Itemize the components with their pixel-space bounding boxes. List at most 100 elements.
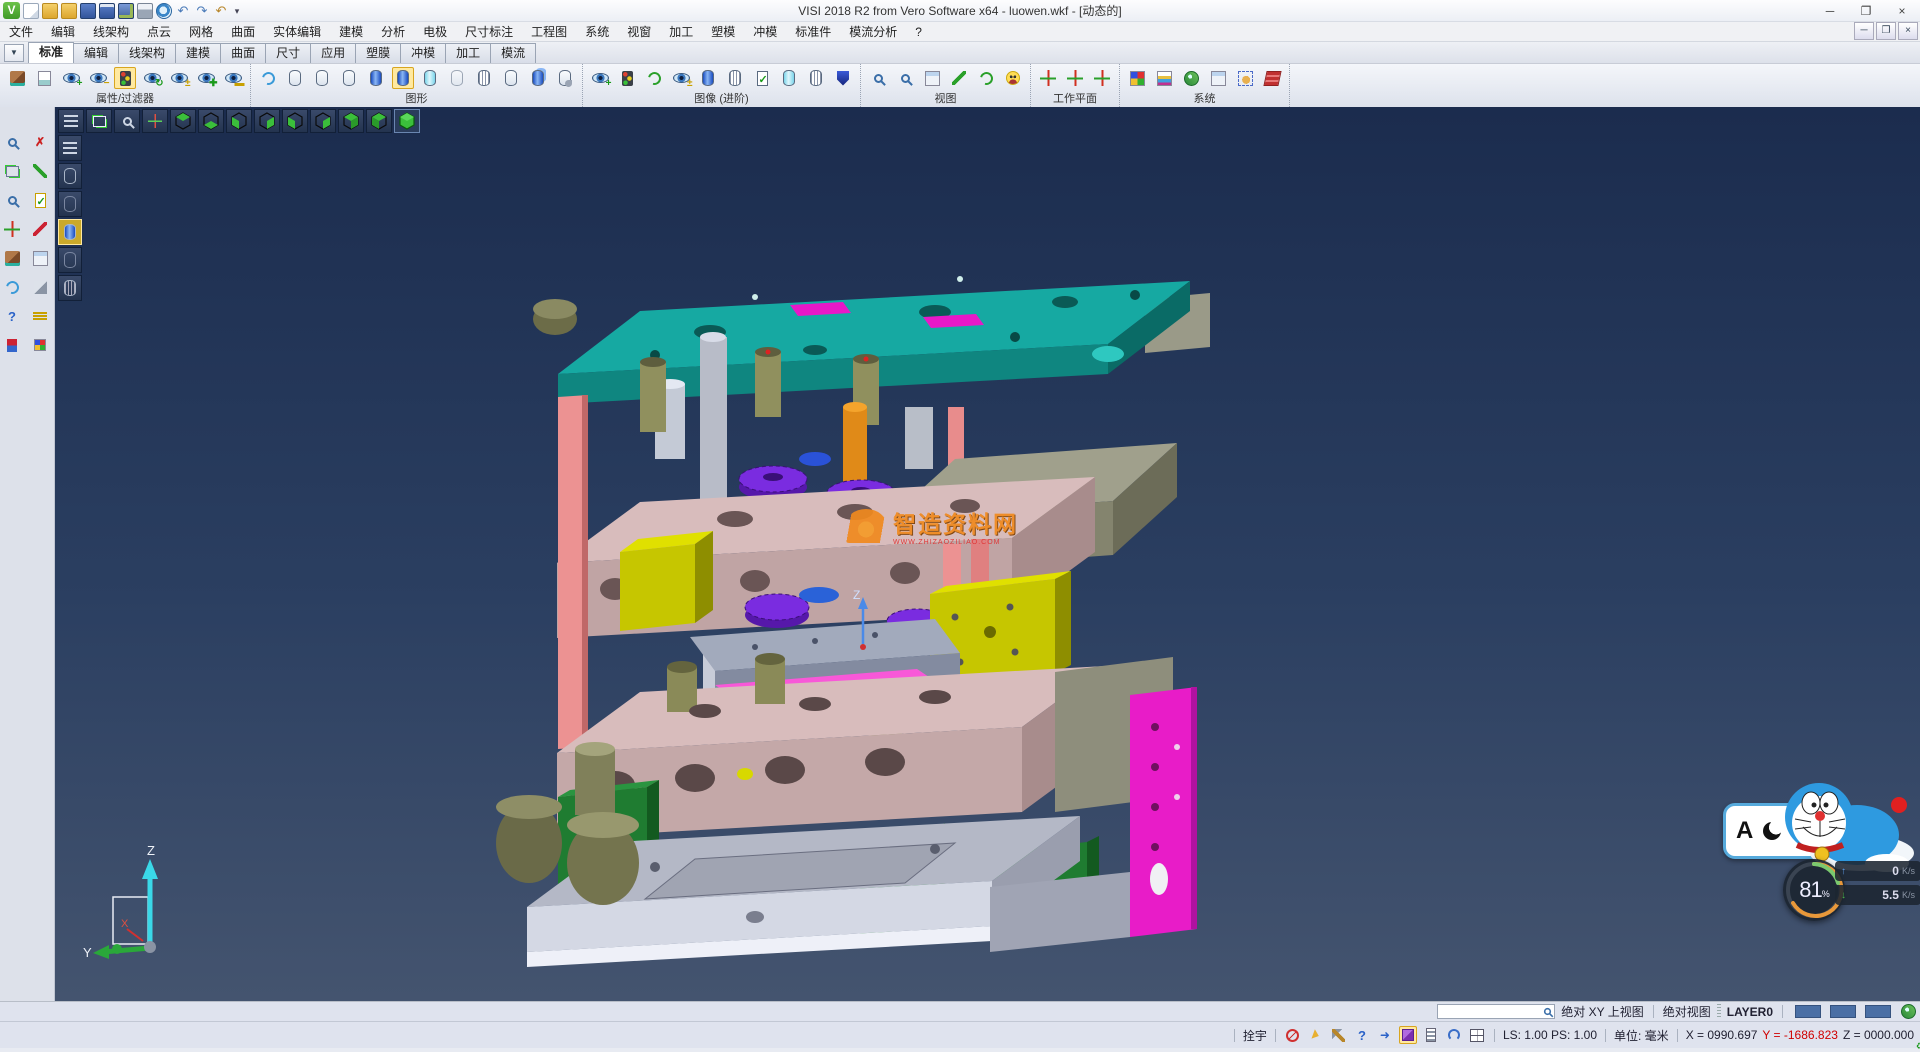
tab-mold[interactable]: 塑膜: [355, 43, 401, 63]
visibility-search-icon[interactable]: [1, 131, 23, 153]
new-file-icon[interactable]: [23, 3, 39, 19]
close-button[interactable]: ×: [1884, 0, 1920, 21]
layer-column-icon[interactable]: [1422, 1026, 1440, 1044]
refresh-visibility-icon[interactable]: ↻: [141, 67, 163, 89]
menu-pointcloud[interactable]: 点云: [138, 22, 180, 42]
menu-standard-parts[interactable]: 标准件: [786, 22, 840, 42]
window-split-icon[interactable]: [1468, 1026, 1486, 1044]
shaded-cylinder-icon[interactable]: [392, 67, 414, 89]
wireframe-cylinder-icon[interactable]: [284, 67, 306, 89]
smiley-render-icon[interactable]: [1002, 67, 1024, 89]
hidden-line-cylinder-icon[interactable]: [311, 67, 333, 89]
menu-flow-analysis[interactable]: 模流分析: [840, 22, 906, 42]
zoom-plusminus-icon[interactable]: [1, 189, 23, 211]
tab-dropdown-icon[interactable]: ▼: [4, 44, 24, 62]
save-as-icon[interactable]: [99, 3, 115, 19]
blue-column-icon[interactable]: [697, 67, 719, 89]
workplane-view-icon[interactable]: [1091, 67, 1113, 89]
cube-right-view-icon[interactable]: [254, 109, 280, 133]
attributes-page-icon[interactable]: [33, 67, 55, 89]
tab-flow[interactable]: 模流: [490, 43, 536, 63]
maximize-button[interactable]: ❐: [1848, 0, 1884, 21]
build-hammer-icon[interactable]: [1330, 1026, 1348, 1044]
tab-machining[interactable]: 加工: [445, 43, 491, 63]
measure-width-icon[interactable]: [29, 305, 51, 327]
spline-pen-icon[interactable]: [29, 160, 51, 182]
qat-dropdown-icon[interactable]: ▾: [232, 3, 242, 19]
traffic-light-advanced-icon[interactable]: [616, 67, 638, 89]
menu-system[interactable]: 系统: [576, 22, 618, 42]
copy-cylinder-icon[interactable]: [527, 67, 549, 89]
app-logo[interactable]: V: [3, 2, 20, 19]
redo-icon[interactable]: ↷: [194, 3, 210, 19]
undo-icon[interactable]: ↶: [175, 3, 191, 19]
show-advanced-icon[interactable]: +: [589, 67, 611, 89]
menu-file[interactable]: 文件: [0, 22, 42, 42]
context-help-icon[interactable]: ?: [1353, 1026, 1371, 1044]
cube-front-view-icon[interactable]: [282, 109, 308, 133]
zoom-all-icon[interactable]: [894, 67, 916, 89]
hide-entities-icon[interactable]: −: [87, 67, 109, 89]
wireframe-mode-icon[interactable]: [58, 163, 82, 189]
modify-attributes-icon[interactable]: [6, 67, 28, 89]
shaded-cube-icon[interactable]: [29, 276, 51, 298]
mdi-restore-button[interactable]: ❐: [1876, 22, 1896, 40]
palette-small-icon[interactable]: [29, 334, 51, 356]
attributes-books-icon[interactable]: [1, 247, 23, 269]
menu-help[interactable]: ?: [906, 22, 931, 42]
menu-wireframe[interactable]: 线架构: [84, 22, 138, 42]
save-icon[interactable]: [80, 3, 96, 19]
color-palette-icon[interactable]: [1126, 67, 1148, 89]
hatched-mode-icon[interactable]: [58, 275, 82, 301]
menu-die[interactable]: 冲模: [744, 22, 786, 42]
viewport-menu-icon[interactable]: [58, 109, 84, 133]
menu-analysis[interactable]: 分析: [372, 22, 414, 42]
print-preview-icon[interactable]: [156, 3, 172, 19]
tab-application[interactable]: 应用: [310, 43, 356, 63]
minimize-button[interactable]: ─: [1812, 0, 1848, 21]
menu-edit[interactable]: 编辑: [42, 22, 84, 42]
zoom-all-view-icon[interactable]: [114, 109, 140, 133]
cyan-column-icon[interactable]: [778, 67, 800, 89]
tab-surface[interactable]: 曲面: [220, 43, 266, 63]
window-tools-icon[interactable]: [1207, 67, 1229, 89]
auto-rotate-icon[interactable]: [1445, 1026, 1463, 1044]
tab-wireframe[interactable]: 线架构: [118, 43, 176, 63]
transparent-mode-icon[interactable]: [58, 247, 82, 273]
cube-iso2-view-icon[interactable]: [366, 109, 392, 133]
tab-edit[interactable]: 编辑: [73, 43, 119, 63]
zoom-window-icon[interactable]: [867, 67, 889, 89]
show-entities-icon[interactable]: +: [60, 67, 82, 89]
import-arrow-icon[interactable]: ➜: [1376, 1026, 1394, 1044]
tab-dimension[interactable]: 尺寸: [265, 43, 311, 63]
menu-dimension[interactable]: 尺寸标注: [456, 22, 522, 42]
solid-cylinder-icon[interactable]: [365, 67, 387, 89]
workplane-xyz-icon[interactable]: [1037, 67, 1059, 89]
absolute-view-label[interactable]: 绝对视图: [1663, 1003, 1711, 1020]
calculator-pad-icon[interactable]: [1261, 67, 1283, 89]
tab-modeling[interactable]: 建模: [175, 43, 221, 63]
system-settings-icon[interactable]: [1180, 67, 1202, 89]
measure-pen-icon[interactable]: [948, 67, 970, 89]
hide-all-icon[interactable]: ▬: [222, 67, 244, 89]
no-entry-icon[interactable]: [1284, 1026, 1302, 1044]
cube-shaded-view-icon[interactable]: [394, 109, 420, 133]
grid-frame-icon[interactable]: [921, 67, 943, 89]
color-swatch-2[interactable]: [1830, 1005, 1856, 1018]
delete-sketch-icon[interactable]: ✗: [29, 131, 51, 153]
history-icon[interactable]: ↶: [213, 3, 229, 19]
menu-window[interactable]: 视窗: [618, 22, 660, 42]
menu-machining[interactable]: 加工: [660, 22, 702, 42]
menu-solid-edit[interactable]: 实体编辑: [264, 22, 330, 42]
layer-indicator[interactable]: LAYER0: [1727, 1005, 1773, 1019]
hidden-line-mode-icon[interactable]: [58, 191, 82, 217]
shaded-mode-icon[interactable]: [58, 219, 82, 245]
window-layout-icon[interactable]: [29, 247, 51, 269]
command-search-input[interactable]: [1437, 1004, 1555, 1019]
toggle-visibility-icon[interactable]: ±: [168, 67, 190, 89]
cube-bottom-view-icon[interactable]: [198, 109, 224, 133]
refresh-advanced-icon[interactable]: [643, 67, 665, 89]
toggle-advanced-icon[interactable]: ±: [670, 67, 692, 89]
ghost-cylinder-icon[interactable]: [446, 67, 468, 89]
move-axes-icon[interactable]: [1, 218, 23, 240]
